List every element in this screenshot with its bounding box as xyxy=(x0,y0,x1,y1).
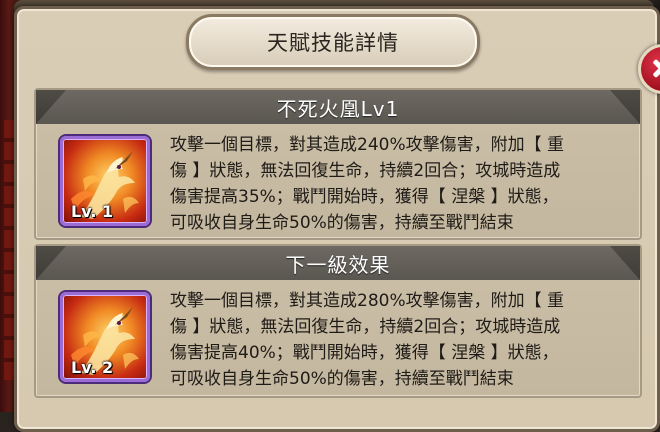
skill-level-badge: Lv. 2 xyxy=(71,358,114,377)
description-line: 攻擊一個目標，對其造成280%攻擊傷害，附加【 重 xyxy=(170,291,565,311)
next-level-panel: 下一級效果 Lv. 2 攻擊一個目標，對其造成280%攻擊傷害，附加【 重 傷 … xyxy=(34,244,642,398)
next-level-title: 下一級效果 xyxy=(285,252,391,277)
dialog-title-plate: 天賦技能詳情 xyxy=(186,14,480,70)
current-skill-header: 不死火凰Lv1 xyxy=(36,90,640,124)
next-level-description: 攻擊一個目標，對其造成280%攻擊傷害，附加【 重 傷 】狀態，無法回復生命，持… xyxy=(170,288,630,392)
description-line: 傷害提高35%；戰鬥開始時，獲得【 涅槃 】狀態， xyxy=(170,187,559,207)
skill-level-badge: Lv. 1 xyxy=(71,202,114,221)
phoenix-icon[interactable]: Lv. 2 xyxy=(60,292,150,382)
description-line: 傷 】狀態，無法回復生命，持續2回合；攻城時造成 xyxy=(170,161,561,181)
description-line: 攻擊一個目標，對其造成240%攻擊傷害，附加【 重 xyxy=(170,135,565,155)
current-skill-name: 不死火凰Lv1 xyxy=(276,96,400,121)
phoenix-icon[interactable]: Lv. 1 xyxy=(60,136,150,226)
description-line: 傷害提高40%；戰鬥開始時，獲得【 涅槃 】狀態， xyxy=(170,343,559,363)
current-skill-panel: 不死火凰Lv1 Lv. 1 攻擊一個目標，對其造成240%攻擊傷害，附加【 重 … xyxy=(34,88,642,240)
description-line: 傷 】狀態，無法回復生命，持續2回合；攻城時造成 xyxy=(170,317,561,337)
description-line: 可吸收自身生命50%的傷害，持續至戰鬥結束 xyxy=(170,213,514,233)
next-level-header: 下一級效果 xyxy=(36,246,640,280)
current-skill-description: 攻擊一個目標，對其造成240%攻擊傷害，附加【 重 傷 】狀態，無法回復生命，持… xyxy=(170,132,630,236)
description-line: 可吸收自身生命50%的傷害，持續至戰鬥結束 xyxy=(170,369,514,389)
dialog-title: 天賦技能詳情 xyxy=(267,31,399,55)
